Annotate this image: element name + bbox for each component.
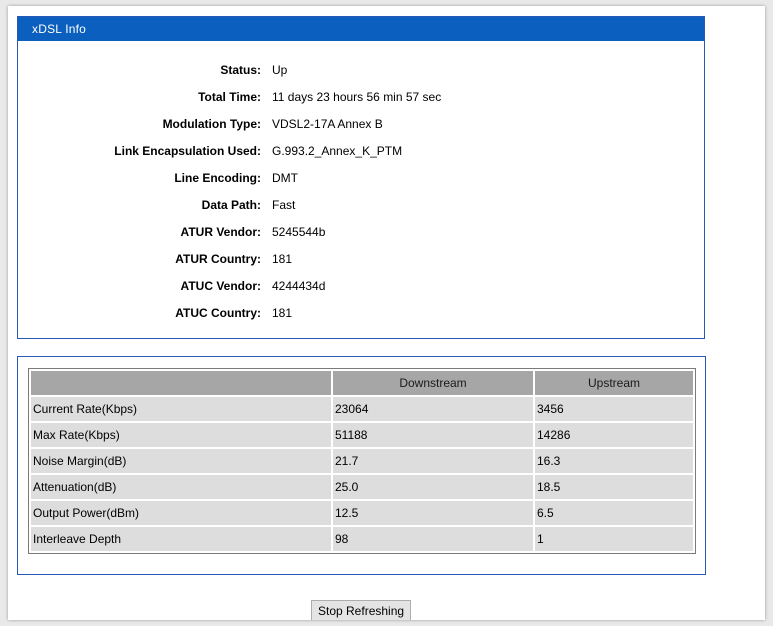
downstream-value: 12.5 xyxy=(333,501,533,525)
info-value: Fast xyxy=(272,198,296,212)
info-row-atur-country: ATUR Country: 181 xyxy=(18,252,704,279)
downstream-value: 98 xyxy=(333,527,533,551)
info-label: Modulation Type: xyxy=(162,117,261,131)
info-row-total-time: Total Time: 11 days 23 hours 56 min 57 s… xyxy=(18,90,704,117)
info-list: Status: Up Total Time: 11 days 23 hours … xyxy=(18,63,704,333)
info-row-modulation-type: Modulation Type: VDSL2-17A Annex B xyxy=(18,117,704,144)
info-row-data-path: Data Path: Fast xyxy=(18,198,704,225)
info-value: 4244434d xyxy=(272,279,326,293)
upstream-value: 6.5 xyxy=(535,501,693,525)
column-header-upstream: Upstream xyxy=(535,371,693,395)
upstream-value: 1 xyxy=(535,527,693,551)
metric-name: Output Power(dBm) xyxy=(31,501,331,525)
info-row-atuc-country: ATUC Country: 181 xyxy=(18,306,704,333)
info-row-link-encapsulation: Link Encapsulation Used: G.993.2_Annex_K… xyxy=(18,144,704,171)
upstream-value: 16.3 xyxy=(535,449,693,473)
info-label: Data Path: xyxy=(201,198,261,212)
info-row-line-encoding: Line Encoding: DMT xyxy=(18,171,704,198)
downstream-value: 51188 xyxy=(333,423,533,447)
info-label: Link Encapsulation Used: xyxy=(114,144,261,158)
info-value: 181 xyxy=(272,252,293,266)
info-value: DMT xyxy=(272,171,298,185)
info-value: G.993.2_Annex_K_PTM xyxy=(272,144,403,158)
column-header-downstream: Downstream xyxy=(333,371,533,395)
downstream-value: 21.7 xyxy=(333,449,533,473)
table-row: Attenuation(dB) 25.0 18.5 xyxy=(31,475,693,499)
line-stats-table: Downstream Upstream Current Rate(Kbps) 2… xyxy=(28,368,696,554)
info-value: 5245544b xyxy=(272,225,326,239)
info-row-atur-vendor: ATUR Vendor: 5245544b xyxy=(18,225,704,252)
info-value: 181 xyxy=(272,306,293,320)
xdsl-info-panel: xDSL Info Status: Up Total Time: 11 days… xyxy=(17,16,705,339)
line-stats-panel: Downstream Upstream Current Rate(Kbps) 2… xyxy=(17,356,706,575)
upstream-value: 14286 xyxy=(535,423,693,447)
info-label: ATUC Country: xyxy=(175,306,261,320)
info-label: Total Time: xyxy=(198,90,261,104)
metric-name: Attenuation(dB) xyxy=(31,475,331,499)
info-row-status: Status: Up xyxy=(18,63,704,90)
upstream-value: 3456 xyxy=(535,397,693,421)
info-label: ATUC Vendor: xyxy=(180,279,261,293)
table-row: Interleave Depth 98 1 xyxy=(31,527,693,551)
info-row-atuc-vendor: ATUC Vendor: 4244434d xyxy=(18,279,704,306)
upstream-value: 18.5 xyxy=(535,475,693,499)
table-row: Current Rate(Kbps) 23064 3456 xyxy=(31,397,693,421)
info-label: Line Encoding: xyxy=(174,171,261,185)
info-value: 11 days 23 hours 56 min 57 sec xyxy=(272,90,442,104)
info-value: VDSL2-17A Annex B xyxy=(272,117,383,131)
metric-name: Current Rate(Kbps) xyxy=(31,397,331,421)
metric-name: Interleave Depth xyxy=(31,527,331,551)
table-row: Max Rate(Kbps) 51188 14286 xyxy=(31,423,693,447)
info-label: ATUR Country: xyxy=(175,252,261,266)
info-label: Status: xyxy=(220,63,261,77)
panel-title: xDSL Info xyxy=(18,17,704,41)
downstream-value: 23064 xyxy=(333,397,533,421)
table-header-row: Downstream Upstream xyxy=(31,371,693,395)
info-label: ATUR Vendor: xyxy=(180,225,261,239)
info-value: Up xyxy=(272,63,288,77)
table-row: Output Power(dBm) 12.5 6.5 xyxy=(31,501,693,525)
metric-name: Max Rate(Kbps) xyxy=(31,423,331,447)
column-header-metric xyxy=(31,371,331,395)
stop-refreshing-button[interactable]: Stop Refreshing xyxy=(311,600,412,620)
metric-name: Noise Margin(dB) xyxy=(31,449,331,473)
downstream-value: 25.0 xyxy=(333,475,533,499)
table-row: Noise Margin(dB) 21.7 16.3 xyxy=(31,449,693,473)
